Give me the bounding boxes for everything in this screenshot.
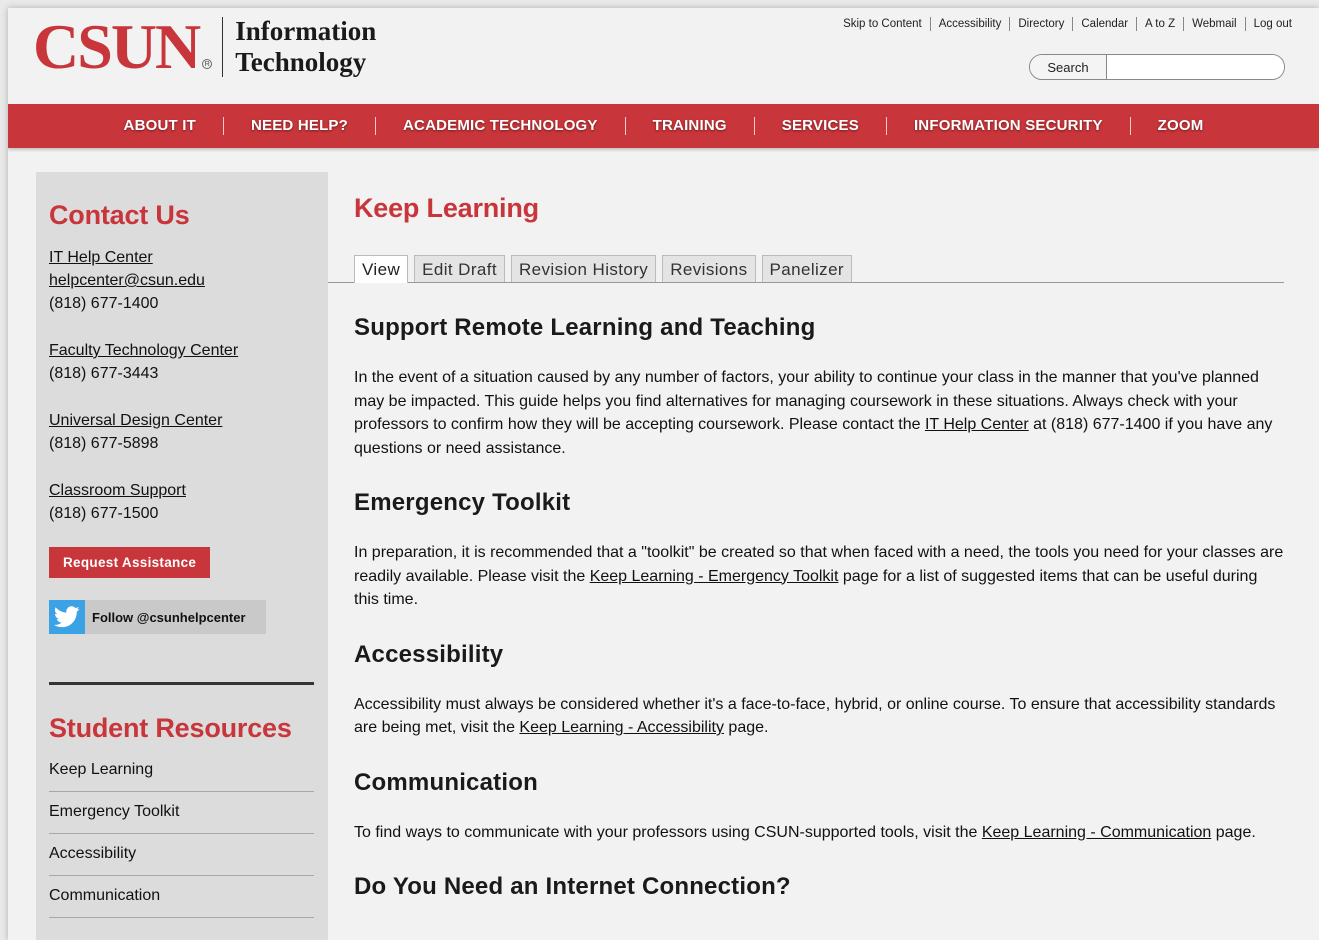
list-item: Emergency Toolkit (49, 792, 314, 834)
page: CSUN R Information Technology Skip to Co… (8, 8, 1319, 940)
logo-line-2: Technology (235, 47, 367, 77)
list-item: Accessibility (49, 834, 314, 876)
nav-need-help[interactable]: NEED HELP? (222, 117, 375, 135)
contact-classroom-support: Classroom Support (818) 677-1500 (49, 479, 314, 525)
nav-training[interactable]: TRAINING (624, 117, 754, 135)
request-assistance-button[interactable]: Request Assistance (49, 547, 211, 578)
webmail-link[interactable]: Webmail (1183, 17, 1245, 31)
nav-zoom[interactable]: ZOOM (1129, 117, 1231, 135)
contact-it-help-center: IT Help Center helpcenter@csun.edu (818)… (49, 246, 314, 315)
tab-edit-draft[interactable]: Edit Draft (414, 255, 505, 282)
main-nav: ABOUT IT NEED HELP? ACADEMIC TECHNOLOGY … (8, 104, 1319, 148)
emergency-toolkit-inline-link[interactable]: Keep Learning - Emergency Toolkit (590, 568, 839, 585)
contact-phone: (818) 677-1500 (49, 505, 159, 522)
contact-faculty-technology-center: Faculty Technology Center (818) 677-3443 (49, 339, 314, 385)
a-to-z-link[interactable]: A to Z (1136, 17, 1183, 31)
edit-tabs: View Edit Draft Revision History Revisio… (328, 255, 1284, 283)
section-heading: Do You Need an Internet Connection? (354, 873, 791, 900)
skip-to-content-link[interactable]: Skip to Content (835, 17, 930, 31)
contact-phone: (818) 677-1400 (49, 295, 159, 312)
it-help-center-link[interactable]: IT Help Center (49, 249, 153, 266)
sidebar-divider (49, 682, 314, 685)
search-box: Search (1029, 54, 1285, 80)
logo-department: Information Technology (235, 16, 376, 78)
twitter-follow-button[interactable]: Follow @csunhelpcenter (49, 600, 266, 634)
faculty-technology-center-link[interactable]: Faculty Technology Center (49, 342, 238, 359)
section-paragraph: Accessibility must always be considered … (354, 693, 1284, 740)
nav-about-it[interactable]: ABOUT IT (97, 117, 223, 135)
paragraph-text: To find ways to communicate with your pr… (354, 823, 982, 841)
resource-link-communication[interactable]: Communication (49, 887, 160, 904)
paragraph-text: page. (1211, 823, 1256, 841)
registered-mark: R (202, 59, 213, 69)
helpcenter-email-link[interactable]: helpcenter@csun.edu (49, 272, 205, 289)
search-button[interactable]: Search (1030, 55, 1107, 79)
calendar-link[interactable]: Calendar (1072, 17, 1136, 31)
contact-heading: Contact Us (49, 200, 190, 230)
resource-link-emergency-toolkit[interactable]: Emergency Toolkit (49, 803, 179, 820)
logo-divider (222, 17, 224, 77)
section-paragraph: In the event of a situation caused by an… (354, 366, 1284, 460)
site-header: CSUN R Information Technology Skip to Co… (8, 8, 1319, 104)
section-heading: Accessibility (354, 640, 504, 668)
logo-wordmark: CSUN (33, 11, 201, 82)
section-paragraph: To find ways to communicate with your pr… (354, 821, 1284, 845)
twitter-follow-label: Follow @csunhelpcenter (92, 609, 246, 625)
section-heading: Support Remote Learning and Teaching (354, 314, 816, 341)
contact-phone: (818) 677-3443 (49, 365, 159, 382)
tab-panelizer[interactable]: Panelizer (761, 255, 852, 282)
log-out-link[interactable]: Log out (1244, 17, 1292, 31)
nav-services[interactable]: SERVICES (753, 117, 886, 135)
paragraph-text: Accessibility must always be considered … (354, 695, 1276, 737)
main-content: Keep Learning View Edit Draft Revision H… (328, 190, 1284, 902)
communication-inline-link[interactable]: Keep Learning - Communication (982, 824, 1211, 841)
universal-design-center-link[interactable]: Universal Design Center (49, 412, 222, 429)
sidebar: Contact Us IT Help Center helpcenter@csu… (36, 172, 328, 940)
tab-revisions[interactable]: Revisions (662, 255, 756, 282)
nav-information-security[interactable]: INFORMATION SECURITY (885, 117, 1130, 135)
nav-academic-technology[interactable]: ACADEMIC TECHNOLOGY (375, 117, 625, 135)
classroom-support-link[interactable]: Classroom Support (49, 482, 186, 499)
utility-links: Skip to Content Accessibility Directory … (835, 17, 1292, 31)
search-input[interactable] (1107, 55, 1284, 79)
csun-logo[interactable]: CSUN R Information Technology (33, 12, 376, 82)
tab-revision-history[interactable]: Revision History (511, 255, 657, 282)
tab-view[interactable]: View (354, 255, 409, 283)
resource-link-accessibility[interactable]: Accessibility (49, 845, 136, 862)
section-heading: Emergency Toolkit (354, 489, 571, 516)
section-paragraph: In preparation, it is recommended that a… (354, 541, 1284, 612)
it-help-center-inline-link[interactable]: IT Help Center (925, 416, 1029, 433)
student-resources-list: Keep Learning Emergency Toolkit Accessib… (49, 759, 314, 918)
page-title: Keep Learning (354, 193, 539, 223)
paragraph-text: page. (723, 719, 769, 736)
contact-phone: (818) 677-5898 (49, 435, 159, 452)
directory-link[interactable]: Directory (1009, 17, 1072, 31)
list-item: Keep Learning (49, 759, 314, 792)
resource-link-keep-learning[interactable]: Keep Learning (49, 761, 153, 778)
contact-universal-design-center: Universal Design Center (818) 677-5898 (49, 409, 314, 455)
logo-line-1: Information (235, 16, 377, 46)
section-heading: Communication (354, 768, 538, 796)
accessibility-link[interactable]: Accessibility (929, 17, 1010, 31)
student-resources-heading: Student Resources (49, 713, 292, 743)
accessibility-inline-link[interactable]: Keep Learning - Accessibility (519, 719, 724, 736)
twitter-bird-icon (49, 600, 85, 634)
list-item: Communication (49, 876, 314, 918)
